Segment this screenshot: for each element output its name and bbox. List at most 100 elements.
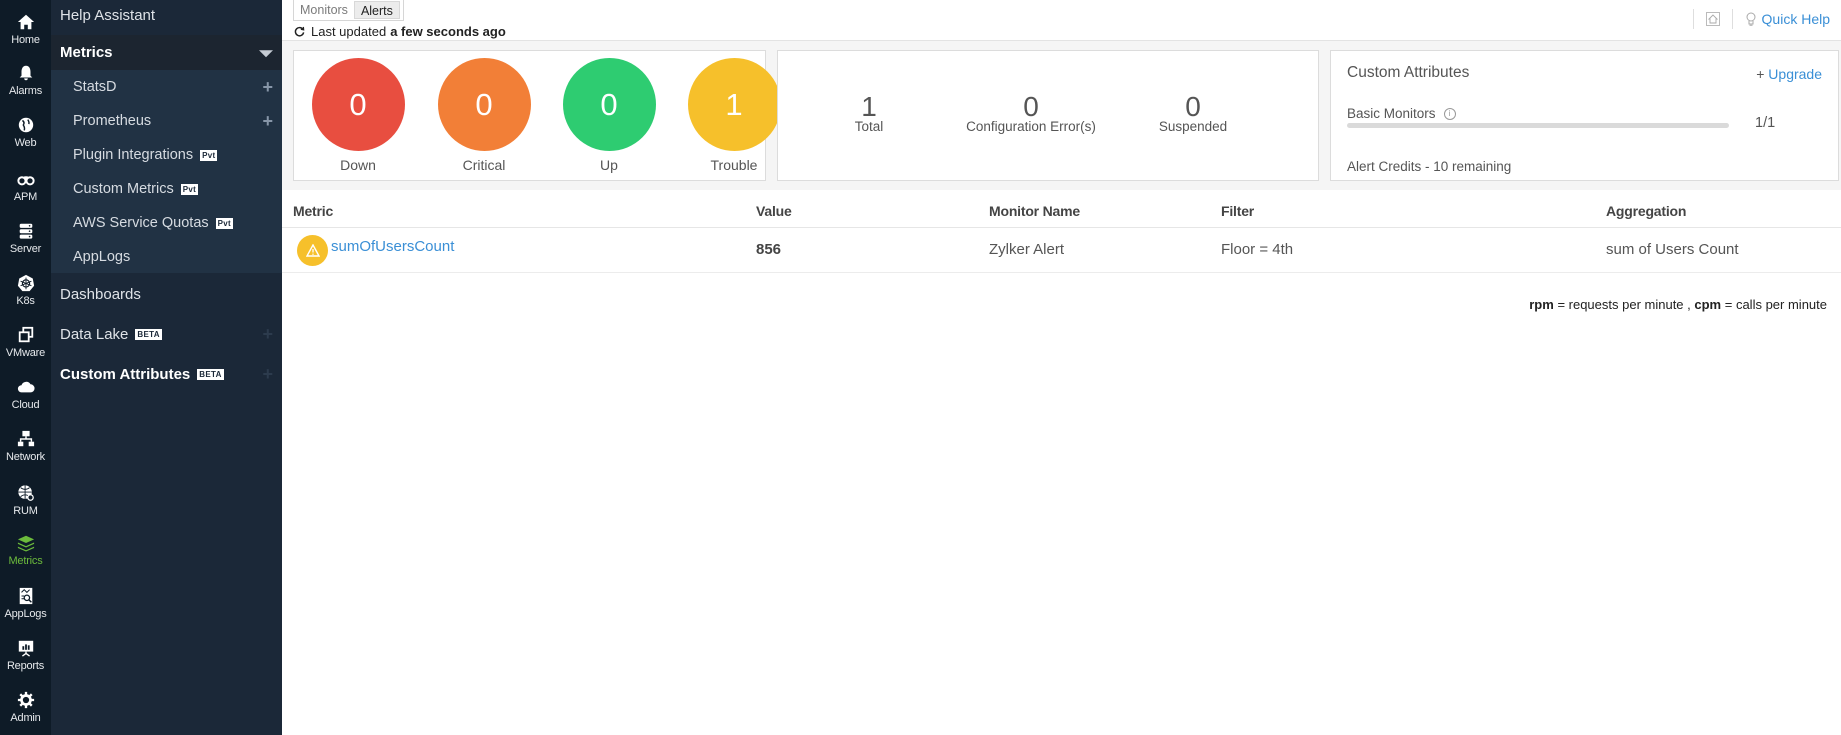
home-outline-icon bbox=[1707, 14, 1718, 24]
home-dashboard-button[interactable] bbox=[1705, 12, 1720, 26]
count-total[interactable]: 1 Total bbox=[855, 91, 884, 135]
count-label: Configuration Error(s) bbox=[966, 119, 1096, 134]
table-header: Metric Value Monitor Name Filter Aggrega… bbox=[282, 194, 1841, 228]
rail-item-rum[interactable]: RUM bbox=[0, 481, 51, 531]
column-header-metric[interactable]: Metric bbox=[293, 203, 333, 219]
status-critical[interactable]: 0 Critical bbox=[437, 58, 531, 173]
cpm-abbr: cpm bbox=[1694, 297, 1722, 312]
rail-item-server[interactable]: Server bbox=[0, 219, 51, 269]
rail-label: VMware bbox=[5, 347, 46, 359]
count-value: 1 bbox=[861, 91, 877, 122]
refresh-icon[interactable] bbox=[294, 26, 305, 37]
submenu-header-metrics[interactable]: Metrics bbox=[51, 35, 282, 70]
submenu-label: Custom Metrics bbox=[73, 181, 174, 197]
submenu-item-custom-attributes[interactable]: Custom Attributes BETA + bbox=[51, 357, 282, 391]
upgrade-link[interactable]: + Upgrade bbox=[1756, 66, 1822, 82]
plus-icon[interactable]: + bbox=[262, 112, 273, 130]
count-suspended[interactable]: 0 Suspended bbox=[1158, 93, 1228, 135]
monitor-name: Zylker Alert bbox=[989, 241, 1065, 258]
column-header-filter[interactable]: Filter bbox=[1221, 203, 1254, 219]
submenu-label: AWS Service Quotas bbox=[73, 215, 209, 231]
submenu-item-statsd[interactable]: StatsD + bbox=[51, 70, 282, 104]
rail-item-admin[interactable]: Admin bbox=[0, 688, 51, 735]
rail-item-web[interactable]: Web bbox=[0, 113, 51, 163]
metric-link[interactable]: sumOfUsersCount bbox=[331, 238, 454, 255]
beta-badge: BETA bbox=[135, 328, 162, 340]
plus-icon[interactable]: + bbox=[262, 78, 273, 96]
rail-item-alarms[interactable]: Alarms bbox=[0, 61, 51, 111]
submenu-item-applogs[interactable]: AppLogs bbox=[51, 240, 282, 274]
submenu-item-plugin-integrations[interactable]: Plugin Integrations Pvt bbox=[51, 138, 282, 172]
status-trouble[interactable]: 1 Trouble bbox=[687, 58, 781, 173]
custom-attributes-card: Custom Attributes + Upgrade Basic Monito… bbox=[1330, 50, 1839, 181]
rail-label: Server bbox=[9, 243, 42, 255]
column-header-value[interactable]: Value bbox=[756, 203, 792, 219]
main-content: Monitors Alerts Last updated a few secon… bbox=[282, 0, 1841, 735]
rail-label: APM bbox=[13, 191, 38, 203]
status-label: Trouble bbox=[710, 157, 758, 173]
submenu-item-dashboards[interactable]: Dashboards bbox=[51, 277, 282, 311]
basic-monitors-label: Basic Monitors bbox=[1347, 106, 1436, 121]
rail-item-network[interactable]: Network bbox=[0, 427, 51, 477]
table-row[interactable]: sumOfUsersCount 856 Zylker Alert Floor =… bbox=[282, 228, 1841, 273]
reports-icon bbox=[16, 638, 36, 658]
binoculars-icon bbox=[16, 169, 36, 189]
server-icon bbox=[16, 221, 36, 241]
rail-label: AppLogs bbox=[4, 608, 47, 620]
count-configuration-errors[interactable]: 0 Configuration Error(s) bbox=[966, 91, 1096, 135]
rail-item-k8s[interactable]: K8s bbox=[0, 271, 51, 321]
plus-icon[interactable]: + bbox=[262, 325, 273, 343]
submenu-label: Help Assistant bbox=[60, 6, 156, 24]
submenu-item-prometheus[interactable]: Prometheus + bbox=[51, 104, 282, 138]
caret-down-icon[interactable] bbox=[259, 49, 273, 57]
upgrade-label: Upgrade bbox=[1768, 66, 1822, 82]
rail-item-apm[interactable]: APM bbox=[0, 167, 51, 217]
units-footnote: rpm = requests per minute , cpm = calls … bbox=[1529, 297, 1827, 312]
submenu-label: Prometheus bbox=[73, 113, 152, 129]
submenu-item-aws-service-quotas[interactable]: AWS Service Quotas Pvt bbox=[51, 206, 282, 240]
quick-help-link[interactable]: Quick Help bbox=[1745, 11, 1830, 27]
column-header-aggregation[interactable]: Aggregation bbox=[1606, 203, 1686, 219]
basic-monitors-progress bbox=[1347, 123, 1729, 128]
rail-item-home[interactable]: Home bbox=[0, 10, 51, 60]
aggregation-value: sum of Users Count bbox=[1606, 241, 1739, 258]
metrics-submenu: Help Assistant Metrics StatsD + Promethe… bbox=[51, 0, 282, 735]
rpm-abbr: rpm bbox=[1529, 297, 1554, 312]
rail-label: Admin bbox=[10, 712, 41, 724]
monitor-counts-card: 1 Total 0 Configuration Error(s) 0 Suspe… bbox=[777, 50, 1319, 181]
status-down[interactable]: 0 Down bbox=[311, 58, 405, 173]
rail-label: Web bbox=[14, 137, 37, 149]
status-circle-critical[interactable]: 0 bbox=[437, 58, 531, 151]
plus-icon[interactable]: + bbox=[262, 365, 273, 383]
alerts-table: Metric Value Monitor Name Filter Aggrega… bbox=[282, 194, 1841, 273]
submenu-item-data-lake[interactable]: Data Lake BETA + bbox=[51, 317, 282, 351]
status-circle-trouble[interactable]: 1 bbox=[687, 58, 781, 151]
rail-item-cloud[interactable]: Cloud bbox=[0, 375, 51, 425]
submenu-item-custom-metrics[interactable]: Custom Metrics Pvt bbox=[51, 172, 282, 206]
submenu-item-help-assistant[interactable]: Help Assistant bbox=[51, 0, 282, 32]
rail-item-reports[interactable]: Reports bbox=[0, 636, 51, 686]
status-label: Up bbox=[600, 157, 618, 173]
top-bar: Monitors Alerts Last updated a few secon… bbox=[282, 0, 1841, 41]
status-circle-down[interactable]: 0 bbox=[311, 58, 405, 151]
plus-sign: + bbox=[1756, 66, 1765, 82]
tab-alerts[interactable]: Alerts bbox=[353, 0, 400, 19]
status-circle-up[interactable]: 0 bbox=[562, 58, 656, 151]
rail-item-vmware[interactable]: VMware bbox=[0, 323, 51, 373]
info-icon[interactable]: i bbox=[1443, 107, 1456, 120]
status-up[interactable]: 0 Up bbox=[562, 58, 656, 173]
rail-item-metrics[interactable]: Metrics bbox=[0, 531, 51, 581]
icon-rail: Home Alarms Web APM Server K8s VMware Cl… bbox=[0, 0, 51, 735]
count-value: 0 bbox=[1023, 91, 1039, 122]
tab-monitors[interactable]: Monitors bbox=[294, 1, 354, 19]
status-summary-card: 0 Down 0 Critical 0 Up 1 Trouble bbox=[293, 50, 781, 181]
lightbulb-icon bbox=[1746, 12, 1756, 26]
column-header-monitor-name[interactable]: Monitor Name bbox=[989, 203, 1080, 219]
rpm-text: = requests per minute , bbox=[1557, 297, 1691, 312]
count-label: Suspended bbox=[1158, 119, 1228, 134]
submenu-label: AppLogs bbox=[73, 249, 131, 265]
pvt-badge: Pvt bbox=[200, 149, 218, 161]
rail-item-applogs[interactable]: AppLogs bbox=[0, 584, 51, 634]
pvt-badge: Pvt bbox=[215, 217, 234, 229]
rum-icon bbox=[16, 483, 36, 503]
